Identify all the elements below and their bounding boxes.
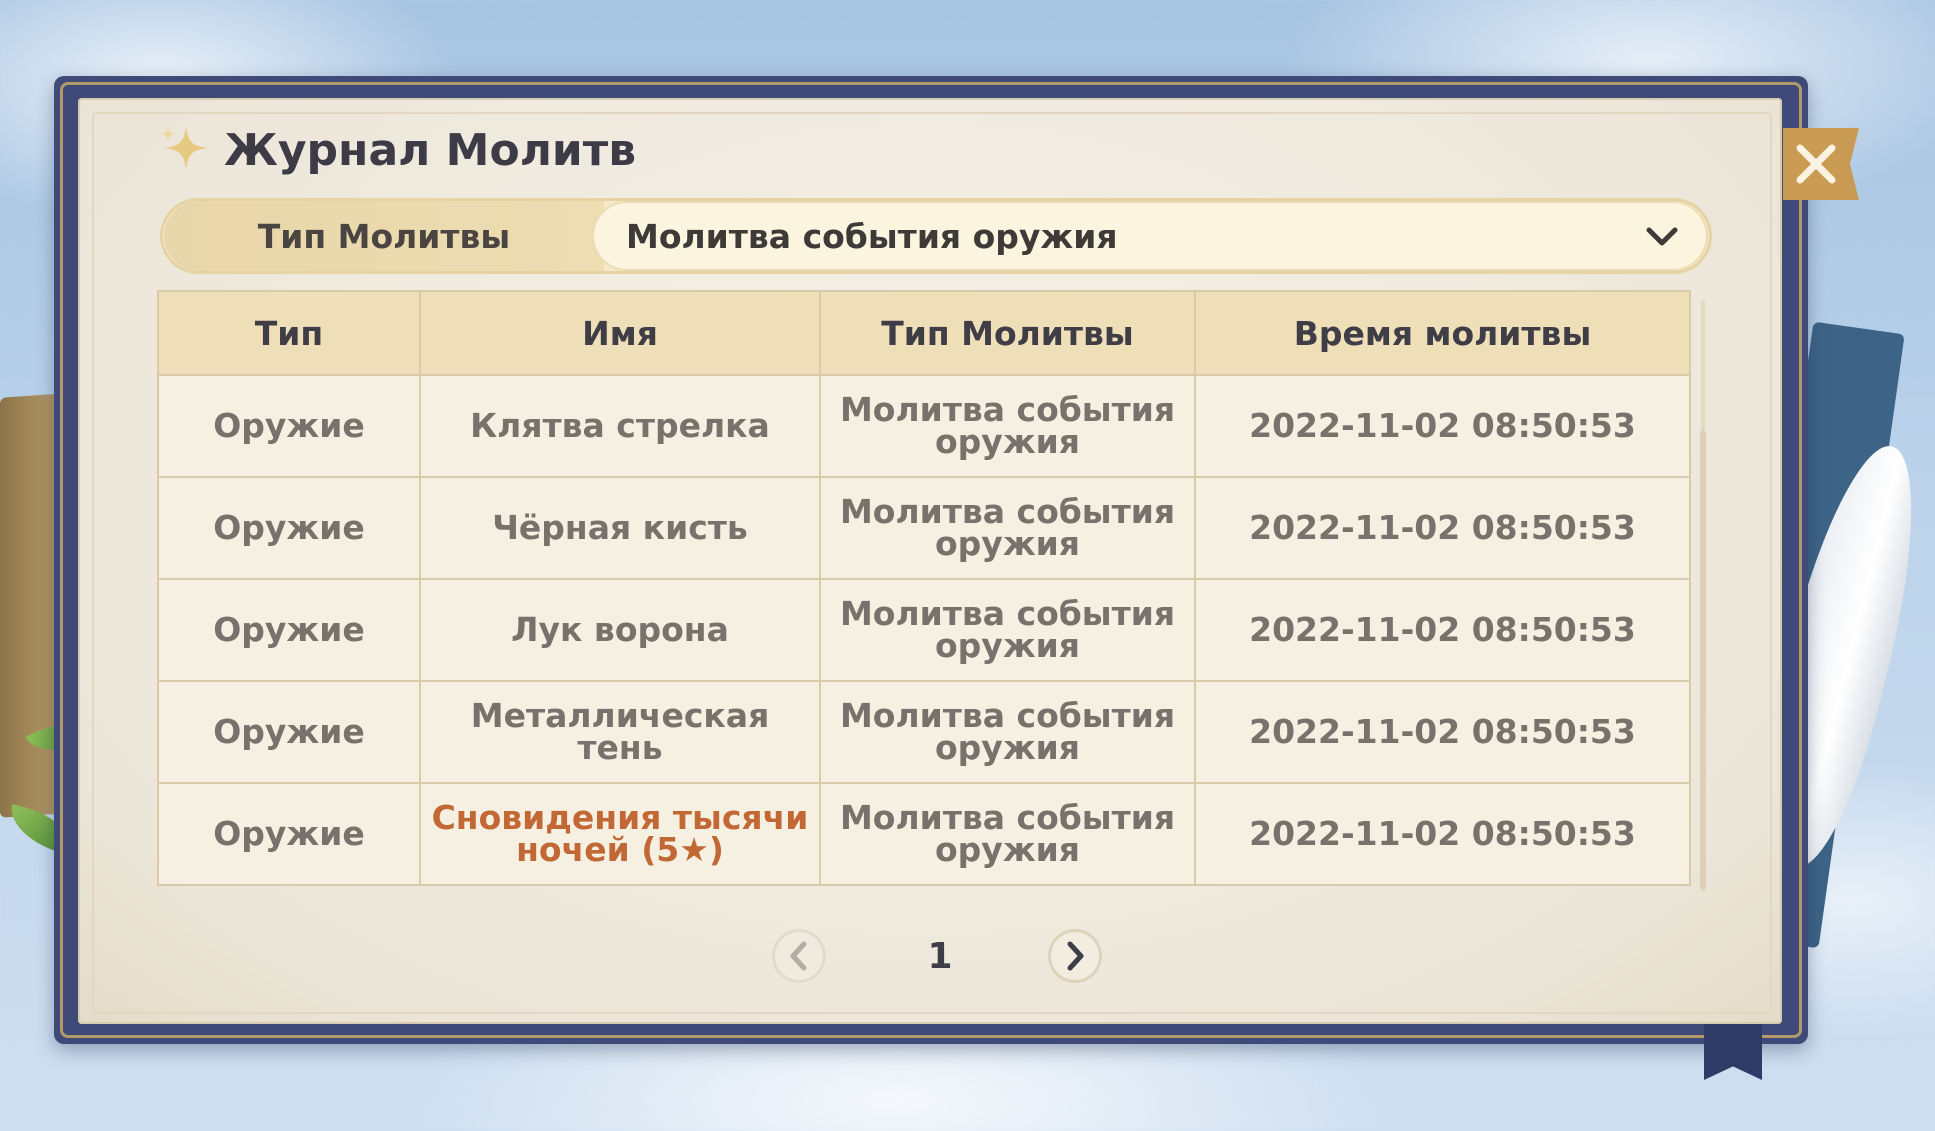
cell-type: Оружие [157,782,421,886]
bookmark-ribbon [1704,1018,1762,1080]
sparkle-icon [158,122,210,178]
chevron-left-icon [790,941,807,971]
cell-name: Чёрная кисть [419,476,821,580]
cell-type: Оружие [157,680,421,784]
column-header-wish-type: Тип Молитвы [819,290,1196,376]
table-header-row: Тип Имя Тип Молитвы Время молитвы [157,290,1691,376]
cell-wish-type: Молитва события оружия [819,476,1196,580]
cell-type: Оружие [157,374,421,478]
cell-type: Оружие [157,476,421,580]
table-row: Оружие Лук ворона Молитва события оружия… [157,578,1691,682]
cell-name: Клятва стрелка [419,374,821,478]
cell-time: 2022-11-02 08:50:53 [1194,782,1691,886]
column-header-time: Время молитвы [1194,290,1691,376]
table-row: Оружие Металлическая тень Молитва событи… [157,680,1691,784]
cell-name: Лук ворона [419,578,821,682]
wish-type-label-box: Тип Молитвы [164,201,604,271]
cell-time: 2022-11-02 08:50:53 [1194,578,1691,682]
current-page-number: 1 [927,935,953,977]
cell-name: Металлическая тень [419,680,821,784]
cell-wish-type: Молитва события оружия [819,578,1196,682]
column-header-name: Имя [419,290,821,376]
wish-type-label: Тип Молитвы [257,216,511,256]
chevron-down-icon [1644,221,1680,255]
next-page-button[interactable] [1048,929,1102,983]
table-row: Оружие Клятва стрелка Молитва события ор… [157,374,1691,478]
previous-page-button[interactable] [772,929,826,983]
chevron-right-icon [1067,941,1084,971]
cell-wish-type: Молитва события оружия [819,782,1196,886]
panel-header: Журнал Молитв [158,120,636,180]
cell-type: Оружие [157,578,421,682]
cell-time: 2022-11-02 08:50:53 [1194,476,1691,580]
cell-time: 2022-11-02 08:50:53 [1194,680,1691,784]
page-title: Журнал Молитв [224,124,637,176]
table-row: Оружие Сновидения тысячи ночей (5★) Моли… [157,782,1691,886]
wish-type-dropdown[interactable]: Молитва события оружия [592,201,1708,271]
wish-history-table: Тип Имя Тип Молитвы Время молитвы Оружие… [157,290,1691,886]
close-icon [1796,144,1836,184]
close-button[interactable] [1783,128,1859,200]
cell-name-five-star: Сновидения тысячи ночей (5★) [419,782,821,886]
table-scrollbar[interactable] [1699,290,1707,902]
wish-type-selected: Молитва события оружия [626,216,1118,256]
table-row: Оружие Чёрная кисть Молитва события оруж… [157,476,1691,580]
cell-wish-type: Молитва события оружия [819,374,1196,478]
scrollbar-thumb[interactable] [1700,430,1706,890]
cell-time: 2022-11-02 08:50:53 [1194,374,1691,478]
cell-wish-type: Молитва события оружия [819,680,1196,784]
column-header-type: Тип [157,290,421,376]
